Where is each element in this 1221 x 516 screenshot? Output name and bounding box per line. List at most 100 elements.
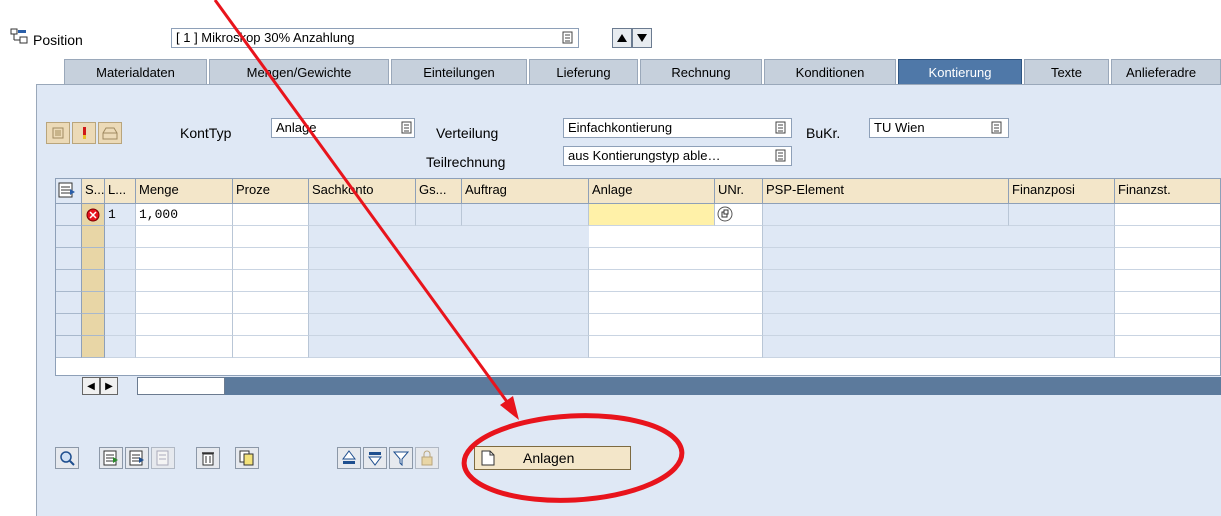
table-row[interactable] bbox=[309, 314, 589, 336]
table-row[interactable] bbox=[233, 314, 309, 336]
position-dropdown-icon[interactable] bbox=[560, 31, 576, 45]
cell-gs[interactable] bbox=[416, 204, 462, 226]
table-row[interactable] bbox=[233, 292, 309, 314]
multiple-assignment-button[interactable] bbox=[72, 122, 96, 144]
tab-einteilungen[interactable]: Einteilungen bbox=[391, 59, 527, 84]
tab-konditionen[interactable]: Konditionen bbox=[764, 59, 896, 84]
col-header-auftrag[interactable]: Auftrag bbox=[462, 179, 589, 204]
row-selector[interactable] bbox=[56, 314, 82, 336]
bukr-dropdown-icon[interactable] bbox=[989, 121, 1005, 135]
position-select[interactable]: [ 1 ] Mikroskop 30% Anzahlung bbox=[171, 28, 579, 48]
table-row-status[interactable] bbox=[82, 226, 105, 248]
cell-finanzposition[interactable] bbox=[1009, 204, 1115, 226]
table-row[interactable] bbox=[589, 270, 763, 292]
table-row[interactable] bbox=[136, 248, 233, 270]
teilrechnung-select[interactable]: aus Kontierungstyp able… bbox=[563, 146, 792, 166]
row-selector[interactable] bbox=[56, 336, 82, 358]
teilrechnung-dropdown-icon[interactable] bbox=[773, 149, 789, 163]
table-row[interactable] bbox=[763, 314, 1115, 336]
tab-texte[interactable]: Texte bbox=[1024, 59, 1109, 84]
col-header-status[interactable]: S... bbox=[82, 179, 105, 204]
col-header-sachkonto[interactable]: Sachkonto bbox=[309, 179, 416, 204]
row-selector[interactable] bbox=[56, 204, 82, 226]
table-row-status[interactable] bbox=[82, 270, 105, 292]
inbox-button[interactable] bbox=[98, 122, 122, 144]
f4-help-icon[interactable] bbox=[717, 206, 733, 222]
previous-item-button[interactable] bbox=[612, 28, 632, 48]
cell-finanzstelle-input[interactable] bbox=[1115, 204, 1220, 226]
filter-button[interactable] bbox=[389, 447, 413, 469]
scroll-track[interactable] bbox=[225, 377, 1221, 395]
table-row[interactable] bbox=[136, 226, 233, 248]
table-row[interactable] bbox=[233, 336, 309, 358]
table-row[interactable] bbox=[763, 292, 1115, 314]
table-row[interactable] bbox=[1115, 270, 1220, 292]
konttyp-select[interactable]: Anlage bbox=[271, 118, 415, 138]
bukr-select[interactable]: TU Wien bbox=[869, 118, 1009, 138]
table-row[interactable] bbox=[309, 248, 589, 270]
table-horizontal-scrollbar[interactable]: ◀ ▶ bbox=[81, 376, 1221, 396]
row-selector[interactable] bbox=[56, 292, 82, 314]
single-assignment-button[interactable] bbox=[46, 122, 70, 144]
col-header-anlage[interactable]: Anlage bbox=[589, 179, 715, 204]
cell-psp-element[interactable] bbox=[763, 204, 1009, 226]
tab-kontierung[interactable]: Kontierung bbox=[898, 59, 1022, 84]
table-row[interactable] bbox=[309, 270, 589, 292]
verteilung-dropdown-icon[interactable] bbox=[773, 121, 789, 135]
table-row[interactable] bbox=[309, 292, 589, 314]
table-settings-button[interactable] bbox=[56, 179, 82, 204]
table-row[interactable] bbox=[1115, 336, 1220, 358]
table-row[interactable] bbox=[589, 314, 763, 336]
row-selector[interactable] bbox=[56, 226, 82, 248]
cell-sachkonto[interactable] bbox=[309, 204, 416, 226]
details-button[interactable] bbox=[55, 447, 79, 469]
table-row[interactable] bbox=[763, 226, 1115, 248]
copy-line-button[interactable] bbox=[151, 447, 175, 469]
col-header-finanzposition[interactable]: Finanzposi bbox=[1009, 179, 1115, 204]
tab-rechnung[interactable]: Rechnung bbox=[640, 59, 762, 84]
tab-anlieferadresse[interactable]: Anlieferadre bbox=[1111, 59, 1221, 84]
table-row[interactable] bbox=[589, 226, 763, 248]
table-row[interactable] bbox=[136, 270, 233, 292]
col-header-line[interactable]: L... bbox=[105, 179, 136, 204]
verteilung-select[interactable]: Einfachkontierung bbox=[563, 118, 792, 138]
row-selector[interactable] bbox=[56, 270, 82, 292]
col-header-finanzstelle[interactable]: Finanzst. bbox=[1115, 179, 1220, 204]
table-row-status[interactable] bbox=[82, 204, 105, 226]
table-row[interactable] bbox=[589, 336, 763, 358]
col-header-unr[interactable]: UNr. bbox=[715, 179, 763, 204]
lock-button[interactable] bbox=[415, 447, 439, 469]
tab-mengen-gewichte[interactable]: Mengen/Gewichte bbox=[209, 59, 389, 84]
table-row[interactable] bbox=[309, 336, 589, 358]
table-row-status[interactable] bbox=[82, 248, 105, 270]
scroll-left-button[interactable]: ◀ bbox=[82, 377, 100, 395]
tab-lieferung[interactable]: Lieferung bbox=[529, 59, 638, 84]
col-header-psp-element[interactable]: PSP-Element bbox=[763, 179, 1009, 204]
next-item-button[interactable] bbox=[632, 28, 652, 48]
table-row[interactable] bbox=[136, 314, 233, 336]
table-row[interactable] bbox=[1115, 314, 1220, 336]
table-row[interactable] bbox=[233, 270, 309, 292]
table-row[interactable] bbox=[763, 248, 1115, 270]
deselect-all-button[interactable] bbox=[125, 447, 149, 469]
row-selector[interactable] bbox=[56, 248, 82, 270]
cell-anlage-input[interactable] bbox=[589, 204, 715, 226]
table-row[interactable] bbox=[136, 336, 233, 358]
konttyp-dropdown-icon[interactable] bbox=[399, 121, 415, 135]
table-row[interactable] bbox=[136, 292, 233, 314]
table-row[interactable] bbox=[763, 270, 1115, 292]
table-row[interactable] bbox=[233, 248, 309, 270]
table-row[interactable] bbox=[1115, 292, 1220, 314]
anlagen-button[interactable]: Anlagen bbox=[474, 446, 631, 470]
cell-menge-input[interactable]: 1,000 bbox=[136, 204, 233, 226]
copy-button[interactable] bbox=[235, 447, 259, 469]
col-header-menge[interactable]: Menge bbox=[136, 179, 233, 204]
table-row-status[interactable] bbox=[82, 292, 105, 314]
position-tree-icon[interactable] bbox=[10, 28, 28, 44]
table-row[interactable] bbox=[1115, 248, 1220, 270]
delete-button[interactable] bbox=[196, 447, 220, 469]
table-row-status[interactable] bbox=[82, 314, 105, 336]
tab-materialdaten[interactable]: Materialdaten bbox=[64, 59, 207, 84]
table-row-status[interactable] bbox=[82, 336, 105, 358]
col-header-prozent[interactable]: Proze bbox=[233, 179, 309, 204]
